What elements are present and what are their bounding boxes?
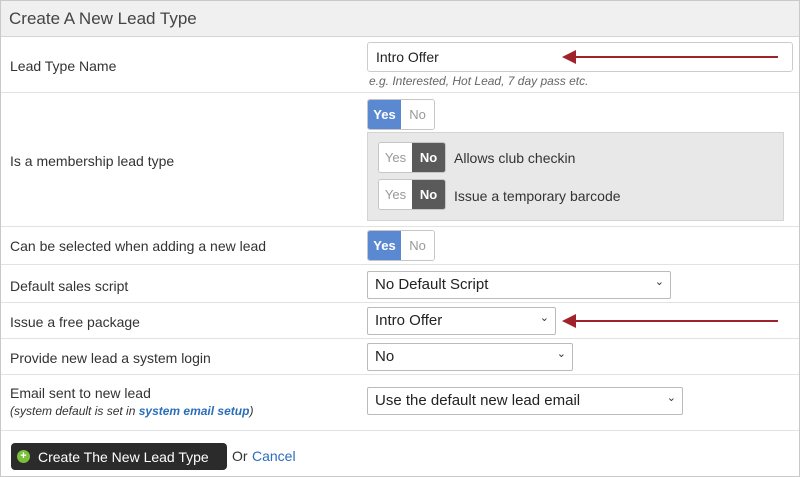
plus-circle-icon: + — [17, 450, 30, 463]
selectable-row: Can be selected when adding a new lead Y… — [1, 227, 799, 265]
lead-type-name-row: Lead Type Name Intro Offer e.g. Interest… — [1, 37, 799, 93]
arrow-left-icon — [562, 50, 778, 64]
club-checkin-toggle[interactable]: Yes No — [378, 142, 446, 173]
email-sublabel: (system default is set in system email s… — [10, 404, 253, 418]
system-login-label: Provide new lead a system login — [10, 350, 211, 366]
sales-script-label: Default sales script — [10, 278, 129, 294]
chevron-down-icon: ⌄ — [654, 276, 664, 288]
temp-barcode-toggle[interactable]: Yes No — [378, 179, 446, 210]
create-lead-type-button[interactable]: + Create The New Lead Type — [11, 443, 227, 470]
system-login-row: Provide new lead a system login No ⌄ — [1, 339, 799, 375]
temp-barcode-yes-option[interactable]: Yes — [379, 180, 412, 209]
selectable-no-option[interactable]: No — [401, 231, 434, 260]
temp-barcode-no-option[interactable]: No — [412, 180, 445, 209]
system-login-value: No — [375, 348, 395, 365]
free-package-select[interactable]: Intro Offer ⌄ — [367, 307, 556, 335]
email-sublabel-prefix: (system default is set in — [10, 404, 139, 418]
system-login-select[interactable]: No ⌄ — [367, 343, 573, 371]
lead-type-name-hint: e.g. Interested, Hot Lead, 7 day pass et… — [369, 74, 589, 88]
chevron-down-icon: ⌄ — [666, 392, 676, 404]
email-row: Email sent to new lead (system default i… — [1, 375, 799, 431]
sales-script-select[interactable]: No Default Script ⌄ — [367, 271, 671, 299]
sales-script-row: Default sales script No Default Script ⌄ — [1, 265, 799, 303]
or-text: Or — [232, 448, 248, 464]
selectable-yes-option[interactable]: Yes — [368, 231, 401, 260]
email-select[interactable]: Use the default new lead email ⌄ — [367, 387, 683, 415]
chevron-down-icon: ⌄ — [539, 312, 549, 324]
free-package-value: Intro Offer — [375, 312, 443, 329]
membership-label: Is a membership lead type — [10, 153, 175, 169]
arrow-left-icon — [562, 314, 778, 328]
club-checkin-yes-option[interactable]: Yes — [379, 143, 412, 172]
cancel-link[interactable]: Cancel — [252, 448, 296, 464]
create-lead-type-label: Create The New Lead Type — [38, 448, 209, 465]
sales-script-value: No Default Script — [375, 276, 489, 293]
panel-title: Create A New Lead Type — [1, 1, 799, 37]
membership-no-option[interactable]: No — [401, 100, 434, 129]
chevron-down-icon: ⌄ — [556, 348, 566, 360]
selectable-label: Can be selected when adding a new lead — [10, 238, 267, 254]
email-sublabel-suffix: ) — [249, 404, 254, 418]
club-checkin-label: Allows club checkin — [454, 150, 576, 166]
email-value: Use the default new lead email — [375, 392, 581, 409]
membership-options-box: Yes No Allows club checkin Yes No Issue … — [367, 132, 784, 221]
system-email-setup-link[interactable]: system email setup — [139, 404, 250, 418]
create-lead-type-panel: Create A New Lead Type Lead Type Name In… — [0, 0, 800, 477]
membership-toggle[interactable]: Yes No — [367, 99, 435, 130]
lead-type-name-label: Lead Type Name — [10, 58, 117, 74]
email-label: Email sent to new lead — [10, 385, 151, 401]
temp-barcode-label: Issue a temporary barcode — [454, 188, 621, 204]
membership-yes-option[interactable]: Yes — [368, 100, 401, 129]
selectable-toggle[interactable]: Yes No — [367, 230, 435, 261]
club-checkin-no-option[interactable]: No — [412, 143, 445, 172]
free-package-label: Issue a free package — [10, 314, 140, 330]
